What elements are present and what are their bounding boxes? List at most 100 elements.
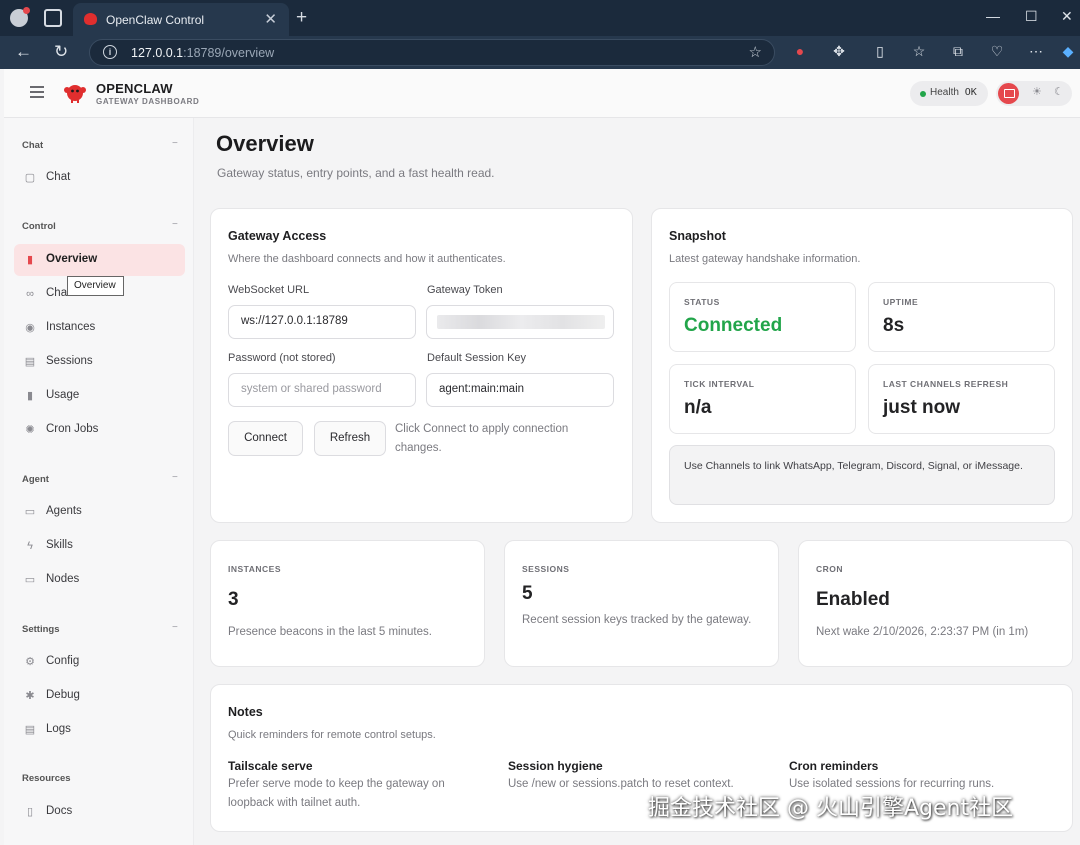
session-key-label: Default Session Key [427,352,527,364]
chat-bubble-icon: ▢ [24,172,36,184]
address-bar[interactable]: i 127.0.0.1:18789/overview ☆ [89,39,775,66]
sidebar-item-usage[interactable]: ▮ Usage [14,380,185,412]
theme-dark-icon[interactable]: ☾ [1054,85,1064,98]
sidebar-item-label: Config [46,655,80,667]
sidebar-item-label: Nodes [46,573,80,585]
session-key-input[interactable]: agent:main:main [426,373,614,407]
lightning-icon: ϟ [27,540,33,552]
new-tab-icon[interactable]: + [296,7,307,29]
favorites-icon[interactable]: ☆ [911,43,927,59]
websocket-url-input[interactable]: ws://127.0.0.1:18789 [228,305,416,339]
sidebar-item-label: Skills [46,539,73,551]
sidebar-item-logs[interactable]: ▤ Logs [14,714,185,746]
document-icon: ▤ [24,356,36,368]
channels-refresh-stat: LAST CHANNELS REFRESH just now [868,364,1055,434]
health-label: Health [930,87,959,98]
sidebar-item-nodes[interactable]: ▭ Nodes [14,564,185,596]
sidebar-item-label: Overview [46,253,98,265]
brand-subtitle: GATEWAY DASHBOARD [96,97,200,106]
sidebar-item-overview[interactable]: ▮ Overview [14,244,185,276]
collapse-settings-icon[interactable]: − [172,622,178,633]
sidebar-item-label: Instances [46,321,96,333]
close-tab-icon[interactable]: ✕ [264,10,277,28]
sidebar-item-chat[interactable]: ▢ Chat [14,162,185,194]
sidebar-item-label: Logs [46,723,71,735]
uptime-stat: UPTIME 8s [868,282,1055,352]
sidebar-item-docs[interactable]: ▯ Docs [14,796,185,828]
instances-key: INSTANCES [228,564,281,574]
tooltip: Overview [67,276,124,296]
maximize-icon[interactable]: ☐ [1025,8,1038,25]
sessions-card: SESSIONS 5 Recent session keys tracked b… [504,540,779,667]
browser-essentials-icon[interactable]: ♡ [989,43,1005,59]
sidebar-item-label: Docs [46,805,73,817]
status-value: Connected [684,315,783,336]
sidebar-item-label: Cron Jobs [46,423,99,435]
health-value: OK [964,87,977,98]
notes-title: Notes [228,705,263,719]
sidebar-item-sessions[interactable]: ▤ Sessions [14,346,185,378]
status-key: STATUS [684,297,720,307]
theme-system-icon[interactable] [998,83,1019,104]
page-title: Overview [216,131,314,156]
collections-icon[interactable]: ⧉ [950,43,966,59]
profile-avatar-icon[interactable] [10,7,30,27]
split-screen-icon[interactable]: ▯ [872,43,888,59]
gear-icon: ⚙ [25,656,35,668]
uptime-value: 8s [883,315,905,336]
sidebar-item-label: Chat [46,171,71,183]
tick-interval-stat: TICK INTERVAL n/a [669,364,856,434]
folder-icon: ▭ [24,506,36,518]
sidebar-item-label: Debug [46,689,80,701]
notes-subtitle: Quick reminders for remote control setup… [228,729,436,741]
collapse-chat-icon[interactable]: − [172,138,178,149]
bug-icon: ✱ [25,690,35,702]
theme-light-icon[interactable]: ☀ [1032,85,1042,98]
extension-icon[interactable]: ● [792,43,808,59]
instances-card: INSTANCES 3 Presence beacons in the last… [210,540,485,667]
more-menu-icon[interactable]: ⋯ [1028,43,1044,59]
link-icon: ∞ [26,288,34,300]
connect-button[interactable]: Connect [228,421,303,456]
reload-icon[interactable]: ↻ [54,42,68,62]
brand-name: OPENCLAW [96,81,173,96]
sidebar-item-skills[interactable]: ϟ Skills [14,530,185,562]
browser-tab-bar: OpenClaw Control ✕ + — ☐ ✕ [0,0,1080,36]
browser-tab[interactable]: OpenClaw Control ✕ [73,3,289,36]
site-info-icon[interactable]: i [103,45,117,59]
copilot-icon[interactable]: ◆ [1060,43,1076,59]
cron-card: CRON Enabled Next wake 2/10/2026, 2:23:3… [798,540,1073,667]
sidebar-item-instances[interactable]: ◉ Instances [14,312,185,344]
sidebar-item-agents[interactable]: ▭ Agents [14,496,185,528]
menu-toggle-icon[interactable] [30,86,44,98]
uptime-key: UPTIME [883,297,919,307]
back-icon[interactable]: ← [15,42,32,62]
openclaw-logo-icon [64,85,86,103]
gateway-access-subtitle: Where the dashboard connects and how it … [228,253,506,265]
sessions-key: SESSIONS [522,564,570,574]
sidebar-item-debug[interactable]: ✱ Debug [14,680,185,712]
browser-toolbar: ← ↻ i 127.0.0.1:18789/overview ☆ ● ✥ ▯ ☆… [0,36,1080,69]
instances-desc: Presence beacons in the last 5 minutes. [228,626,432,638]
minimize-icon[interactable]: — [986,8,1000,24]
sidebar-group-control: Control [22,221,56,232]
collapse-control-icon[interactable]: − [172,219,178,230]
sidebar-item-cron-jobs[interactable]: ✺ Cron Jobs [14,414,185,446]
password-label: Password (not stored) [228,352,336,364]
collapse-agent-icon[interactable]: − [172,472,178,483]
instances-value: 3 [228,589,239,610]
health-pill: Health OK [910,81,988,106]
tab-actions-icon[interactable] [44,9,62,27]
favorite-star-icon[interactable]: ☆ [749,43,762,61]
window-close-icon[interactable]: ✕ [1061,8,1073,25]
extensions-puzzle-icon[interactable]: ✥ [831,43,847,59]
channels-refresh-key: LAST CHANNELS REFRESH [883,379,1009,389]
sidebar-item-config[interactable]: ⚙ Config [14,646,185,678]
gateway-token-input[interactable] [426,305,614,339]
refresh-button[interactable]: Refresh [314,421,386,456]
snapshot-subtitle: Latest gateway handshake information. [669,253,861,265]
sidebar-item-label: Usage [46,389,80,401]
radio-waves-icon: ◉ [25,322,35,334]
url-text: 127.0.0.1:18789/overview [131,46,275,60]
password-input[interactable]: system or shared password [228,373,416,407]
